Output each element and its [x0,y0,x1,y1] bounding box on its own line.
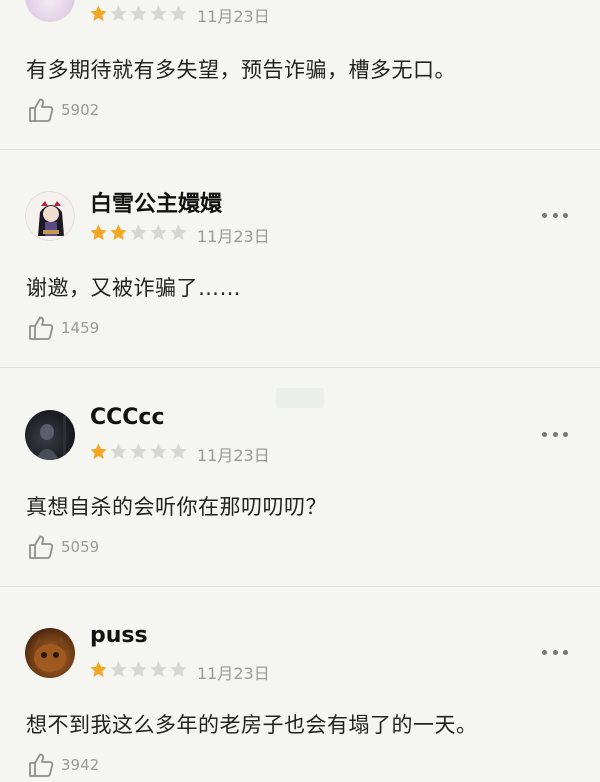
username[interactable]: 白雪公主嬛嬛 [90,186,222,218]
thumbs-up-icon [27,533,55,561]
star-filled-icon [90,5,107,22]
star-empty-icon [110,5,127,22]
divider [0,367,600,368]
username[interactable]: CCCcc [90,405,165,430]
thumbs-up-icon [27,96,55,124]
like-count: 1459 [61,319,100,337]
star-empty-icon [130,661,147,678]
review-date: 11月23日 [197,227,270,246]
like-count: 3942 [61,756,100,774]
thumbs-up-icon [27,751,55,779]
star-filled-icon [90,224,107,241]
review-date: 11月23日 [197,7,270,26]
review-text: 谢邀，又被诈骗了…… [26,276,241,300]
star-empty-icon [150,5,167,22]
star-filled-icon [90,443,107,460]
avatar-illustration [33,636,67,672]
review-date: 11月23日 [197,446,270,465]
review-text: 有多期待就有多失望，预告诈骗，槽多无口。 [26,58,456,82]
star-rating [89,660,188,680]
star-empty-icon [130,5,147,22]
avatar[interactable] [25,0,75,22]
like-count: 5059 [61,538,100,556]
avatar[interactable] [25,628,75,678]
star-empty-icon [170,5,187,22]
star-rating [89,4,188,24]
more-options-icon[interactable] [542,648,568,656]
star-empty-icon [150,224,167,241]
divider [0,149,600,150]
star-empty-icon [170,661,187,678]
star-empty-icon [130,443,147,460]
star-filled-icon [90,661,107,678]
like-button[interactable]: 1459 [27,314,99,342]
overlay-artifact [276,388,324,408]
avatar-illustration [35,416,66,460]
star-empty-icon [150,443,167,460]
star-rating [89,442,188,462]
review-text: 想不到我这么多年的老房子也会有塌了的一天。 [26,713,478,737]
star-empty-icon [150,661,167,678]
star-empty-icon [130,224,147,241]
like-button[interactable]: 5059 [27,533,99,561]
divider [0,586,600,587]
star-empty-icon [110,661,127,678]
star-rating [89,223,188,243]
review-date: 11月23日 [197,664,270,683]
avatar[interactable] [25,191,75,241]
more-options-icon[interactable] [542,211,568,219]
like-button[interactable]: 3942 [27,751,99,779]
like-button[interactable]: 5902 [27,96,99,124]
thumbs-up-icon [27,314,55,342]
like-count: 5902 [61,101,100,119]
review-text: 真想自杀的会听你在那叨叨叨？ [26,495,327,519]
star-filled-icon [110,224,127,241]
avatar-illustration [38,201,64,236]
username[interactable]: puss [90,623,148,648]
star-empty-icon [170,224,187,241]
more-options-icon[interactable] [542,430,568,438]
star-empty-icon [170,443,187,460]
star-empty-icon [110,443,127,460]
avatar[interactable] [25,410,75,460]
